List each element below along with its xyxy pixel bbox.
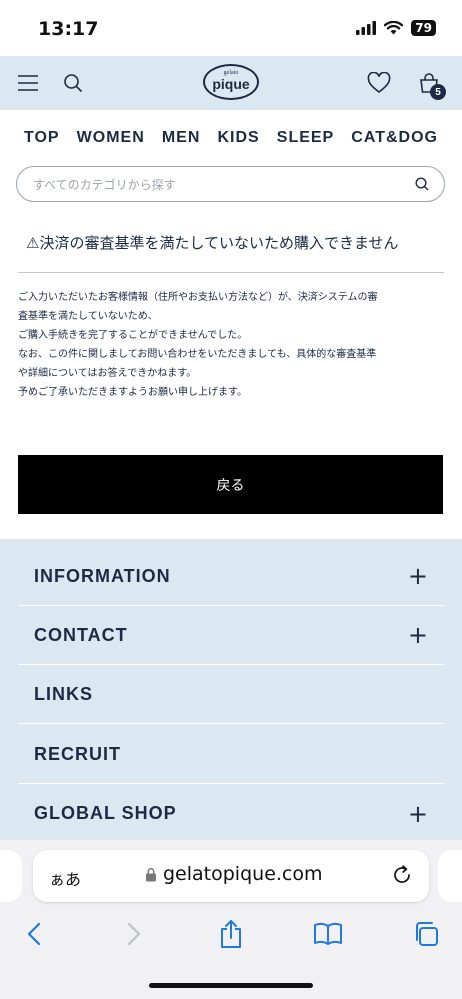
status-bar: 13:17 79 bbox=[0, 0, 462, 56]
favorites-button[interactable] bbox=[366, 56, 392, 110]
footer-item-recruit[interactable]: RECRUIT bbox=[18, 725, 444, 784]
footer-item-contact[interactable]: CONTACT + bbox=[18, 606, 444, 665]
previous-tab-peek[interactable] bbox=[0, 850, 22, 902]
search-button[interactable] bbox=[60, 56, 86, 110]
url-text: gelatopique.com bbox=[163, 863, 323, 885]
error-line: 査基準を満たしていないため、 bbox=[18, 311, 158, 322]
nav-kids[interactable]: KIDS bbox=[217, 129, 259, 147]
back-button[interactable]: 戻る bbox=[18, 455, 443, 514]
browser-toolbar: ぁあ gelatopique.com bbox=[0, 840, 462, 999]
chevron-left-icon bbox=[27, 922, 41, 946]
site-header: gelato pique 5 bbox=[0, 56, 462, 110]
error-line: 予めご了承いただきますようお願い申し上げます。 bbox=[18, 387, 247, 398]
share-button[interactable] bbox=[211, 918, 251, 950]
nav-top[interactable]: TOP bbox=[24, 129, 60, 147]
tabs-button[interactable] bbox=[406, 918, 446, 950]
nav-women[interactable]: WOMEN bbox=[77, 129, 145, 147]
error-title: ⚠決済の審査基準を満たしていないため購入できません bbox=[26, 234, 399, 252]
share-icon bbox=[221, 920, 241, 948]
logo-text: pique bbox=[212, 76, 250, 92]
forward-nav-button[interactable] bbox=[114, 918, 154, 950]
bookmarks-button[interactable] bbox=[308, 918, 348, 950]
url-display: gelatopique.com bbox=[145, 863, 323, 885]
footer-menu: INFORMATION + CONTACT + LINKS RECRUIT GL… bbox=[0, 539, 462, 849]
chevron-right-icon bbox=[127, 922, 141, 946]
footer-item-label: CONTACT bbox=[34, 624, 128, 645]
signal-icon bbox=[356, 21, 377, 35]
footer-item-label: GLOBAL SHOP bbox=[34, 803, 177, 823]
hamburger-icon bbox=[18, 75, 38, 91]
cart-count-badge: 5 bbox=[430, 84, 446, 100]
footer-item-label: LINKS bbox=[34, 683, 93, 704]
cart-wrapper: 5 bbox=[418, 72, 446, 100]
footer-item-information[interactable]: INFORMATION + bbox=[18, 547, 444, 606]
reload-icon[interactable] bbox=[391, 864, 413, 886]
error-divider bbox=[18, 272, 444, 273]
footer-item-links[interactable]: LINKS bbox=[18, 665, 444, 724]
address-bar[interactable]: ぁあ gelatopique.com bbox=[33, 850, 429, 902]
nav-cat-dog[interactable]: CAT&DOG bbox=[351, 129, 438, 147]
error-line: なお、この件に関しましてお問い合わせをいただきましても、具体的な審査基準 bbox=[18, 349, 377, 360]
expand-plus-icon: + bbox=[407, 621, 428, 649]
expand-plus-icon: + bbox=[407, 799, 428, 828]
cart-button[interactable]: 5 bbox=[414, 56, 446, 110]
footer-item-global-shop[interactable]: GLOBAL SHOP + bbox=[18, 784, 444, 843]
error-line: や詳細についてはお答えできかねます。 bbox=[18, 368, 197, 379]
next-tab-peek[interactable] bbox=[438, 850, 462, 902]
error-line: ご購入手続きを完了することができませんでした。 bbox=[18, 330, 248, 341]
footer-item-label: RECRUIT bbox=[34, 743, 121, 764]
search-input[interactable] bbox=[31, 167, 395, 203]
search-submit-icon[interactable] bbox=[414, 176, 430, 192]
footer-item-label: INFORMATION bbox=[34, 565, 171, 586]
menu-button[interactable] bbox=[14, 56, 42, 110]
status-time: 13:17 bbox=[38, 18, 99, 40]
site-logo[interactable]: gelato pique bbox=[203, 64, 259, 100]
home-indicator bbox=[149, 983, 313, 988]
back-nav-button[interactable] bbox=[14, 918, 54, 950]
lock-icon bbox=[146, 867, 156, 881]
expand-plus-icon: + bbox=[407, 562, 428, 590]
battery-indicator: 79 bbox=[411, 20, 436, 36]
category-nav: TOP WOMEN MEN KIDS SLEEP CAT&DOG bbox=[0, 118, 462, 158]
page-settings-button[interactable]: ぁあ bbox=[49, 866, 81, 890]
error-message: ご入力いただいたお客様情報（住所やお支払い方法など）が、決済システムの審 査基準… bbox=[18, 288, 444, 402]
search-icon bbox=[64, 74, 83, 93]
category-search-box bbox=[16, 166, 445, 203]
heart-icon bbox=[367, 72, 391, 94]
nav-sleep[interactable]: SLEEP bbox=[277, 129, 334, 147]
status-icons: 79 bbox=[356, 20, 436, 36]
wifi-icon bbox=[384, 21, 404, 35]
book-icon bbox=[314, 922, 342, 945]
error-line: ご入力いただいたお客様情報（住所やお支払い方法など）が、決済システムの審 bbox=[18, 292, 378, 303]
nav-men[interactable]: MEN bbox=[162, 129, 201, 147]
tabs-icon bbox=[416, 922, 438, 946]
